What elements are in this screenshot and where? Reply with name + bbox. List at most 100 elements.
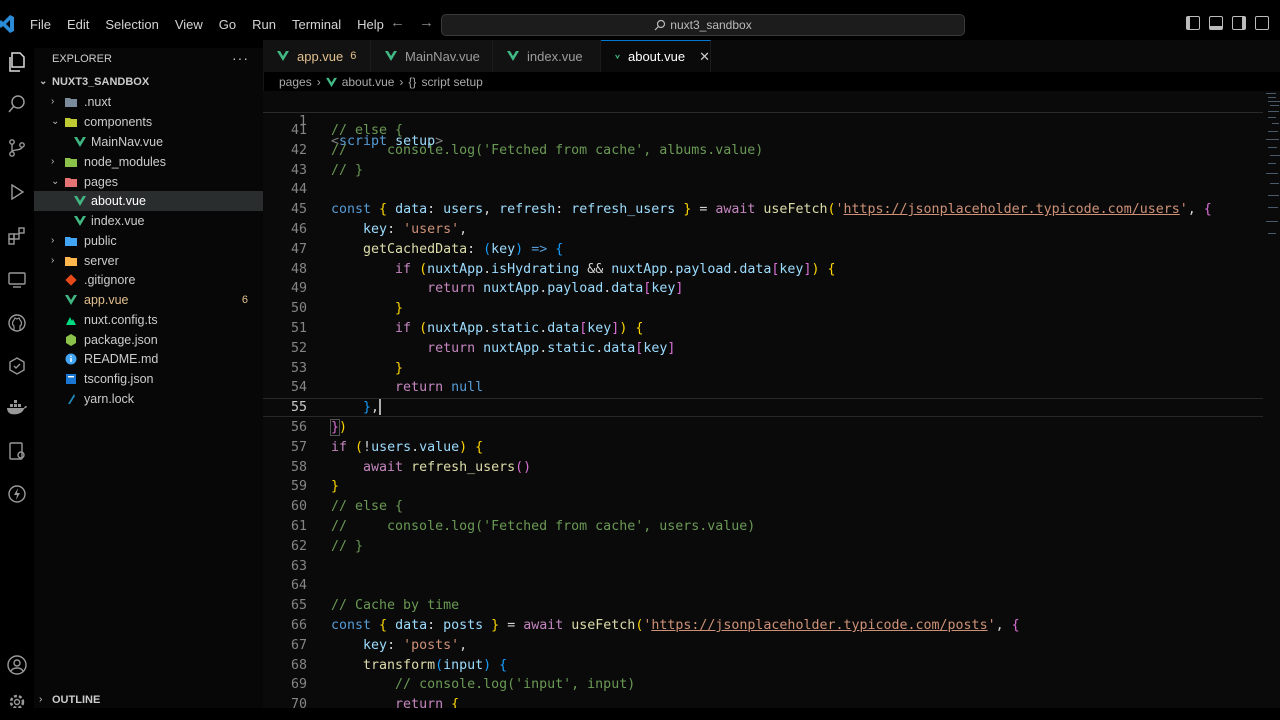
tab-mainnav-vue[interactable]: MainNav.vue bbox=[371, 40, 493, 72]
code-line: // console.log('Fetched from cache', use… bbox=[331, 519, 756, 534]
tree-item-label: .gitignore bbox=[84, 273, 136, 287]
breadcrumb-folder[interactable]: pages bbox=[279, 75, 312, 89]
minimap[interactable] bbox=[1263, 91, 1280, 708]
line-number: 62 bbox=[290, 538, 307, 554]
command-center-search[interactable]: nuxt3_sandbox bbox=[441, 14, 965, 36]
tree-item-tsconfig[interactable]: tsconfig.json bbox=[34, 369, 263, 389]
tree-item-pages-folder[interactable]: ⌄ pages bbox=[34, 172, 263, 192]
tab-app-vue[interactable]: app.vue 6 bbox=[263, 40, 371, 72]
chevron-right-icon: › bbox=[51, 96, 55, 107]
tree-item-components-folder[interactable]: ⌄ components bbox=[34, 112, 263, 132]
menu-selection[interactable]: Selection bbox=[105, 17, 158, 32]
tree-item-label: node_modules bbox=[84, 155, 167, 169]
remote-explorer-icon[interactable] bbox=[3, 266, 31, 294]
tree-item-index-vue[interactable]: index.vue bbox=[34, 211, 263, 231]
line-number: 51 bbox=[290, 321, 307, 336]
tree-item-label: app.vue bbox=[84, 293, 129, 307]
tsconfig-icon bbox=[66, 374, 76, 384]
tree-item-label: components bbox=[84, 115, 153, 129]
tree-item-label: index.vue bbox=[91, 214, 145, 228]
accounts-icon[interactable] bbox=[3, 651, 31, 679]
more-actions-icon[interactable]: ··· bbox=[232, 50, 249, 66]
project-root[interactable]: ⌄ NUXT3_SANDBOX bbox=[34, 72, 263, 92]
toggle-panel-icon[interactable] bbox=[1209, 16, 1223, 30]
tab-label: index.vue bbox=[527, 48, 583, 64]
tree-item-app-vue[interactable]: app.vue 6 bbox=[34, 290, 263, 310]
docker-icon[interactable] bbox=[3, 394, 31, 422]
code-line: if (nuxtApp.static.data[key]) { bbox=[395, 321, 644, 336]
api-client-icon[interactable] bbox=[3, 437, 31, 465]
menu-help[interactable]: Help bbox=[357, 17, 384, 32]
line-number: 45 bbox=[290, 202, 307, 218]
node-folder-icon bbox=[65, 158, 77, 167]
menu-file[interactable]: File bbox=[30, 17, 51, 32]
tree-item-readme[interactable]: README.md bbox=[34, 349, 263, 369]
testing-icon[interactable] bbox=[3, 352, 31, 380]
chevron-right-icon: › bbox=[39, 694, 43, 705]
menu-view[interactable]: View bbox=[175, 17, 203, 32]
tree-item-mainnav-vue[interactable]: MainNav.vue bbox=[34, 132, 263, 152]
forward-arrow-icon[interactable]: → bbox=[419, 14, 434, 31]
tab-index-vue[interactable]: index.vue bbox=[493, 40, 601, 72]
code-line: return { bbox=[395, 697, 460, 708]
thunder-client-icon[interactable] bbox=[3, 480, 31, 508]
chevron-right-icon: › bbox=[51, 156, 55, 167]
breadcrumb-file[interactable]: about.vue bbox=[342, 75, 395, 89]
braces-icon: {} bbox=[408, 75, 417, 89]
code-line: }, bbox=[363, 399, 382, 416]
customize-layout-icon[interactable] bbox=[1255, 16, 1269, 30]
folder-open-icon bbox=[65, 118, 77, 127]
line-number: 50 bbox=[290, 301, 307, 317]
menu-run[interactable]: Run bbox=[252, 17, 276, 32]
explorer-icon[interactable] bbox=[3, 48, 31, 76]
tree-item-yarn-lock[interactable]: yarn.lock bbox=[34, 389, 263, 409]
sticky-scroll[interactable]: 1 <script setup> bbox=[263, 91, 1263, 149]
outline-section[interactable]: › OUTLINE bbox=[34, 694, 263, 708]
tree-item-node-modules-folder[interactable]: › node_modules bbox=[34, 152, 263, 172]
line-number: 59 bbox=[290, 479, 307, 495]
vue-file-icon bbox=[74, 216, 86, 226]
activity-bar bbox=[0, 48, 34, 710]
menu-terminal[interactable]: Terminal bbox=[292, 17, 341, 32]
chevron-right-icon: › bbox=[399, 75, 404, 89]
chevron-down-icon: ⌄ bbox=[39, 76, 48, 87]
code-line: transform(input) { bbox=[363, 657, 508, 673]
text-cursor bbox=[379, 399, 382, 416]
tree-item-package-json[interactable]: package.json bbox=[34, 330, 263, 350]
tab-about-vue[interactable]: about.vue ✕ bbox=[601, 40, 711, 72]
tree-item-public-folder[interactable]: › public bbox=[34, 231, 263, 251]
github-icon[interactable] bbox=[3, 309, 31, 337]
vue-file-icon bbox=[277, 51, 289, 61]
line-number: 48 bbox=[290, 261, 307, 277]
breadcrumb-symbol[interactable]: script setup bbox=[421, 75, 482, 89]
source-control-icon[interactable] bbox=[3, 134, 31, 162]
line-number: 63 bbox=[290, 558, 307, 574]
vue-file-icon bbox=[507, 51, 519, 61]
vue-file-icon bbox=[615, 54, 620, 59]
vscode-logo-icon bbox=[0, 15, 14, 33]
tree-item-nuxt-config[interactable]: nuxt.config.ts bbox=[34, 310, 263, 330]
close-icon[interactable]: ✕ bbox=[699, 49, 710, 65]
toggle-secondary-sidebar-icon[interactable] bbox=[1232, 16, 1246, 30]
extensions-icon[interactable] bbox=[3, 222, 31, 250]
search-sidebar-icon[interactable] bbox=[3, 90, 31, 118]
code-editor[interactable]: 41// else { 42// console.log('Fetched fr… bbox=[263, 91, 1263, 708]
menu-go[interactable]: Go bbox=[219, 17, 236, 32]
problems-badge: 6 bbox=[241, 294, 248, 306]
line-number: 49 bbox=[290, 281, 307, 297]
tree-item-about-vue[interactable]: about.vue bbox=[34, 191, 263, 211]
menu-edit[interactable]: Edit bbox=[67, 17, 89, 32]
back-arrow-icon[interactable]: ← bbox=[390, 14, 405, 31]
code-line: return null bbox=[395, 380, 484, 396]
line-number: 66 bbox=[290, 618, 307, 633]
toggle-primary-sidebar-icon[interactable] bbox=[1186, 16, 1200, 30]
code-line: if (nuxtApp.isHydrating && nuxtApp.paylo… bbox=[395, 261, 836, 277]
tree-item-nuxt-folder[interactable]: › .nuxt bbox=[34, 92, 263, 112]
line-number: 57 bbox=[290, 439, 307, 455]
tree-item-gitignore[interactable]: .gitignore bbox=[34, 270, 263, 290]
tree-item-server-folder[interactable]: › server bbox=[34, 251, 263, 271]
vue-file-icon bbox=[385, 51, 397, 61]
run-debug-icon[interactable] bbox=[3, 178, 31, 206]
breadcrumb: pages › about.vue › {} script setup bbox=[279, 73, 488, 91]
line-number: 61 bbox=[290, 519, 307, 534]
